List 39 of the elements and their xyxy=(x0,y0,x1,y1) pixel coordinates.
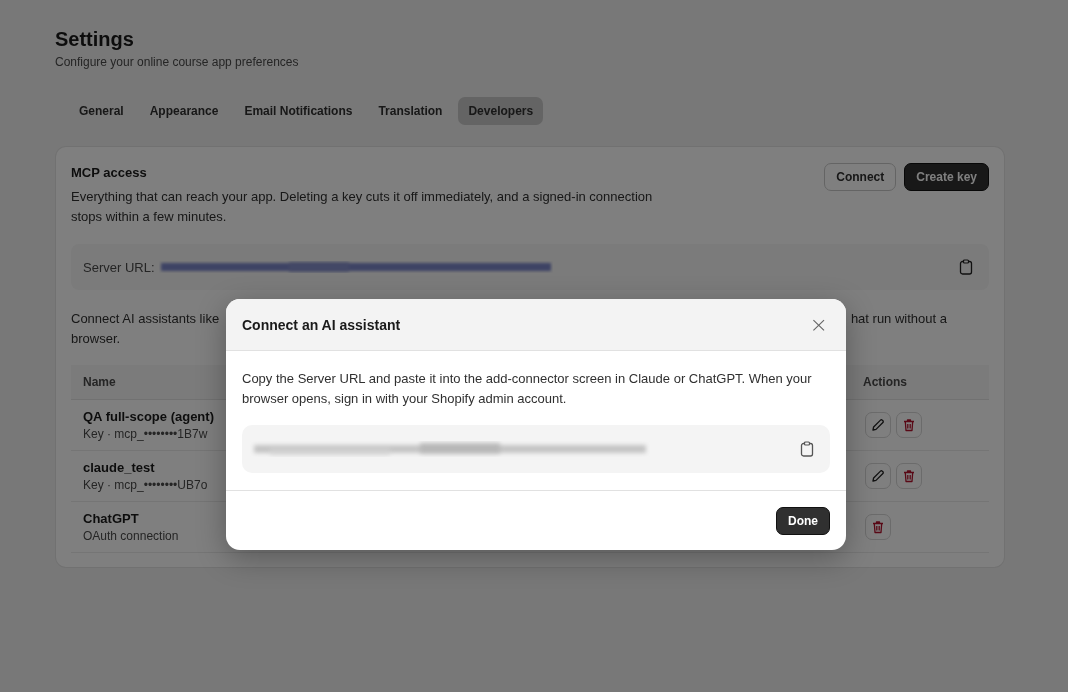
card-title: MCP access xyxy=(71,165,148,180)
page-title: Settings xyxy=(55,28,135,51)
delete-button[interactable] xyxy=(896,412,922,438)
key-detail: OAuth connection xyxy=(83,529,179,543)
key-name: ChatGPT xyxy=(83,511,140,526)
pencil-icon xyxy=(871,418,885,432)
key-name: claude_test xyxy=(83,460,156,475)
pencil-icon xyxy=(871,469,885,483)
connect-text: hat run without a xyxy=(850,310,947,328)
settings-tab[interactable]: Email Notifications xyxy=(234,97,363,125)
connect-text: browser. xyxy=(71,330,121,348)
settings-tab[interactable]: General xyxy=(69,97,134,125)
dialog-text: Copy the Server URL and paste it into the add-connector screen in Claude or ChatGPT. When your browser opens, sign in with your Shopify admin account. xyxy=(242,370,812,408)
card-description: Everything that can reach your app. Deleting a key cuts it off immediately, and a signed-in connection stops within a few minutes. xyxy=(71,188,654,226)
close-button[interactable]: × xyxy=(807,313,830,336)
settings-tab[interactable]: Developers xyxy=(458,97,544,125)
settings-tab[interactable]: Appearance xyxy=(139,97,229,125)
server-url-label: Server URL: xyxy=(83,259,155,275)
trash-icon xyxy=(902,469,916,483)
done-button[interactable]: Done xyxy=(776,506,830,535)
page-subtitle: Configure your online course app preferences xyxy=(55,55,300,69)
column-header: Actions xyxy=(863,375,907,389)
connect-button[interactable]: Connect xyxy=(824,163,897,191)
edit-button[interactable] xyxy=(865,463,891,489)
settings-tab[interactable]: Translation xyxy=(368,97,453,125)
edit-button[interactable] xyxy=(865,412,891,438)
column-header: Name xyxy=(83,375,116,389)
connect-text: Connect AI assistants like xyxy=(71,310,220,328)
key-detail: Key · mcp_••••••••1B7w xyxy=(83,427,209,441)
dialog-title: Connect an AI assistant xyxy=(242,316,401,333)
delete-button[interactable] xyxy=(865,514,891,540)
key-name: QA full-scope (agent) xyxy=(83,409,214,424)
clipboard-icon[interactable] xyxy=(959,259,973,275)
key-detail: Key · mcp_••••••••UB7o xyxy=(83,478,208,492)
trash-icon xyxy=(871,520,885,534)
delete-button[interactable] xyxy=(896,463,922,489)
clipboard-icon[interactable] xyxy=(800,441,814,457)
trash-icon xyxy=(902,418,916,432)
create-key-button[interactable]: Create key xyxy=(904,163,989,191)
